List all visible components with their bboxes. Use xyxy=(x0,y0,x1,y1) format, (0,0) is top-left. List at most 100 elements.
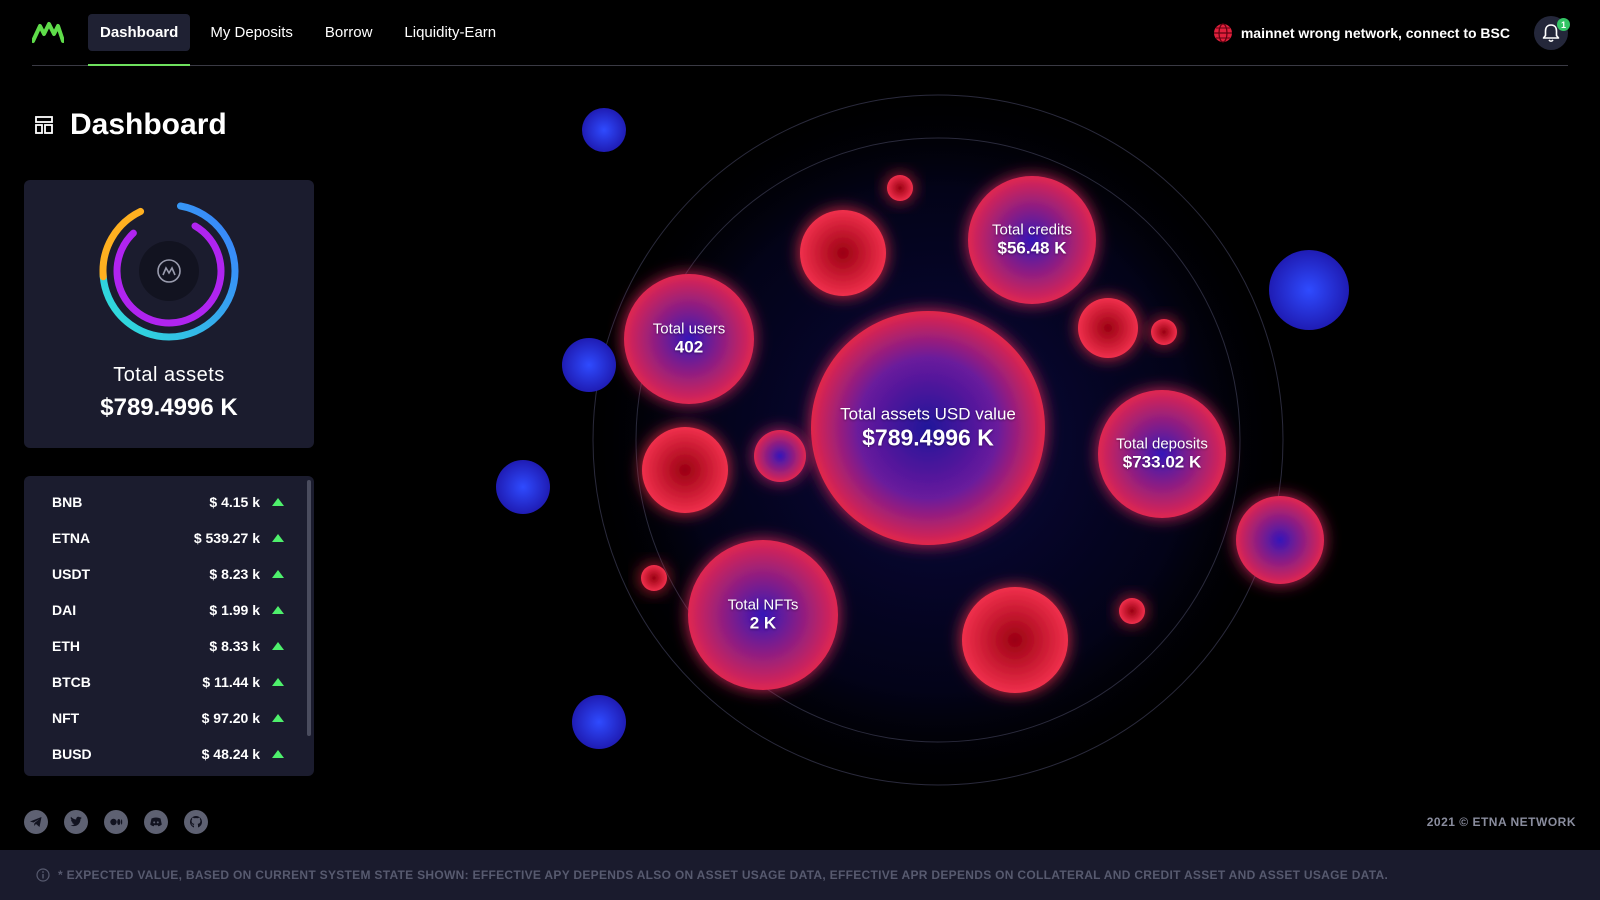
trend-up-icon xyxy=(272,750,284,758)
main-nav: Dashboard My Deposits Borrow Liquidity-E… xyxy=(88,14,508,66)
bubble-blue-circle xyxy=(1269,250,1349,330)
trend-up-icon xyxy=(272,678,284,686)
token-row-usdt[interactable]: USDT $ 8.23 k xyxy=(24,556,314,592)
trend-up-icon xyxy=(272,714,284,722)
bubble-total-deposits: Total deposits $733.02 K xyxy=(1116,436,1208,473)
network-status-text: mainnet wrong network, connect to BSC xyxy=(1240,25,1510,41)
bubble-value: $56.48 K xyxy=(997,238,1067,258)
bubble-red-circle xyxy=(962,587,1068,693)
disclaimer-bar: * EXPECTED VALUE, BASED ON CURRENT SYSTE… xyxy=(0,850,1600,900)
bubble-value: 2 K xyxy=(749,613,777,633)
nav-tab-dashboard[interactable]: Dashboard xyxy=(88,14,191,66)
token-value: $ 97.20 k xyxy=(201,710,260,726)
token-value: $ 11.44 k xyxy=(202,674,260,690)
notifications-button[interactable]: 1 xyxy=(1534,16,1570,50)
info-icon xyxy=(36,868,50,882)
twitter-icon xyxy=(70,816,82,827)
twitter-link[interactable] xyxy=(64,810,88,834)
bubble-value: 402 xyxy=(674,337,704,357)
trend-up-icon xyxy=(272,570,284,578)
page-title: Dashboard xyxy=(70,108,227,141)
token-name: USDT xyxy=(52,566,91,582)
token-row-bnb[interactable]: BNB $ 4.15 k xyxy=(24,484,314,520)
disclaimer-text: * EXPECTED VALUE, BASED ON CURRENT SYSTE… xyxy=(58,868,1389,882)
network-status[interactable]: mainnet wrong network, connect to BSC xyxy=(1213,23,1510,43)
globe-icon xyxy=(1213,23,1232,43)
token-name: NFT xyxy=(52,710,80,726)
nav-tab-my-deposits[interactable]: My Deposits xyxy=(198,14,305,51)
notification-badge: 1 xyxy=(1557,18,1570,31)
bubble-title: Total assets USD value xyxy=(840,404,1016,424)
bubble-blue-circle xyxy=(582,108,626,152)
bubble-total-assets-circle xyxy=(811,311,1045,545)
token-value: $ 8.33 k xyxy=(209,638,260,654)
trend-up-icon xyxy=(272,534,284,542)
token-value: $ 48.24 k xyxy=(201,746,260,762)
trend-up-icon xyxy=(272,642,284,650)
discord-icon xyxy=(150,817,162,827)
github-icon xyxy=(190,816,202,828)
trend-up-icon xyxy=(272,606,284,614)
bubble-title: Total users xyxy=(652,320,726,338)
bubble-total-credits: Total credits $56.48 K xyxy=(992,222,1072,259)
bubble-total-users: Total users 402 xyxy=(653,321,726,358)
bubble-blue-circle xyxy=(572,695,626,749)
bubble-title: Total NFTs xyxy=(727,596,799,614)
bubble-value: $789.4996 K xyxy=(862,424,994,451)
bubble-total-credits-circle xyxy=(968,176,1096,304)
token-name: ETH xyxy=(52,638,80,654)
trend-up-icon xyxy=(272,498,284,506)
token-name: BTCB xyxy=(52,674,91,690)
bubble-total-nfts-circle xyxy=(688,540,838,690)
bubble-dot-circle xyxy=(887,175,913,201)
bubble-title: Total credits xyxy=(991,221,1073,239)
token-row-busd[interactable]: BUSD $ 48.24 k xyxy=(24,736,314,772)
telegram-link[interactable] xyxy=(24,810,48,834)
nav-tab-liquidity-earn[interactable]: Liquidity-Earn xyxy=(392,14,508,51)
github-link[interactable] xyxy=(184,810,208,834)
bubble-title: Total deposits xyxy=(1116,435,1208,453)
medium-icon xyxy=(110,818,123,826)
total-assets-value: $789.4996 K xyxy=(100,394,238,421)
copyright-text: 2021 © ETNA NETWORK xyxy=(1426,815,1576,829)
token-value: $ 4.15 k xyxy=(209,494,260,510)
bubble-dot-circle xyxy=(641,565,667,591)
bubble-dot-circle xyxy=(1119,598,1145,624)
token-value: $ 1.99 k xyxy=(209,602,260,618)
page-header: Dashboard xyxy=(34,108,227,142)
token-value: $ 539.27 k xyxy=(193,530,260,546)
bubble-total-deposits-circle xyxy=(1098,390,1226,518)
bubble-red-circle xyxy=(800,210,886,296)
token-name: BNB xyxy=(52,494,83,510)
total-assets-card: Total assets $789.4996 K xyxy=(24,180,314,448)
token-name: BUSD xyxy=(52,746,92,762)
nav-tab-borrow[interactable]: Borrow xyxy=(313,14,385,51)
token-name: ETNA xyxy=(52,530,91,546)
token-row-eth[interactable]: ETH $ 8.33 k xyxy=(24,628,314,664)
token-row-btcb[interactable]: BTCB $ 11.44 k xyxy=(24,664,314,700)
etna-logo-icon[interactable] xyxy=(32,20,64,44)
bubble-total-nfts: Total NFTs 2 K xyxy=(728,597,799,634)
bubble-dot-circle xyxy=(1151,319,1177,345)
total-assets-label: Total assets xyxy=(113,364,225,386)
bubble-red-circle xyxy=(1078,298,1138,358)
bubble-blue-circle xyxy=(562,338,616,392)
discord-link[interactable] xyxy=(144,810,168,834)
social-links xyxy=(24,810,208,834)
token-row-etna[interactable]: ETNA $ 539.27 k xyxy=(24,520,314,556)
token-list[interactable]: BNB $ 4.15 k ETNA $ 539.27 k USDT $ 8.23… xyxy=(24,476,314,776)
bubble-purple-circle xyxy=(1236,496,1324,584)
bubble-value: $733.02 K xyxy=(1122,452,1202,472)
token-row-dai[interactable]: DAI $ 1.99 k xyxy=(24,592,314,628)
token-name: DAI xyxy=(52,602,77,618)
token-list-scrollbar[interactable] xyxy=(307,480,311,736)
token-value: $ 8.23 k xyxy=(209,566,260,582)
bubble-blue-circle xyxy=(496,460,550,514)
bubble-total-assets: Total assets USD value $789.4996 K xyxy=(840,405,1016,452)
medium-link[interactable] xyxy=(104,810,128,834)
bubble-total-users-circle xyxy=(624,274,754,404)
dashboard-icon xyxy=(35,116,53,134)
telegram-icon xyxy=(30,817,42,827)
token-row-nft[interactable]: NFT $ 97.20 k xyxy=(24,700,314,736)
bubble-red-circle xyxy=(642,427,728,513)
